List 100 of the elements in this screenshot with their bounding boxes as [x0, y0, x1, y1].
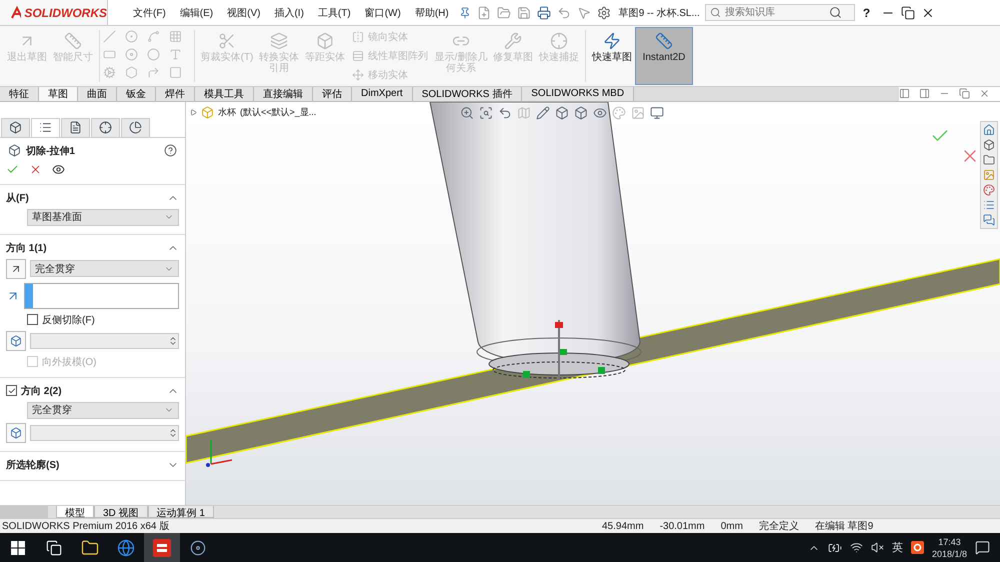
section-title: 所选轮廓(S) — [6, 458, 60, 472]
chat-icon[interactable] — [983, 214, 995, 226]
menu-item[interactable]: 视图(V) — [220, 6, 268, 20]
command-tab[interactable]: SOLIDWORKS MBD — [522, 86, 634, 101]
pin-icon[interactable] — [458, 6, 471, 18]
help-menu[interactable]: ? — [862, 6, 870, 20]
zoom-in-icon[interactable] — [460, 106, 474, 120]
checkbox[interactable] — [27, 314, 38, 326]
settings-icon[interactable] — [596, 6, 611, 20]
cube-icon[interactable] — [574, 106, 588, 120]
task-view-icon — [46, 540, 62, 556]
zoom-area-icon[interactable] — [479, 106, 493, 120]
checkbox-label: 反侧切除(F) — [42, 314, 95, 327]
dropdown-field[interactable]: 草图基准面 — [27, 208, 179, 226]
palette-icon[interactable] — [983, 184, 995, 196]
panel-tab[interactable] — [61, 118, 90, 137]
ribbon-button[interactable]: 快速草图 — [589, 27, 635, 85]
cube-icon[interactable] — [555, 106, 569, 120]
menu-item[interactable]: 文件(F) — [126, 6, 173, 20]
command-tab[interactable]: SOLIDWORKS 插件 — [412, 86, 522, 101]
panel-tab[interactable] — [121, 118, 150, 137]
image-icon[interactable] — [983, 168, 995, 181]
section-checkbox[interactable] — [6, 385, 17, 396]
menu-item[interactable]: 窗口(W) — [358, 6, 408, 20]
selection-box[interactable] — [24, 282, 179, 309]
panel-tab[interactable] — [31, 118, 60, 137]
spin-field[interactable] — [30, 424, 179, 441]
command-tab[interactable]: 直接编辑 — [254, 86, 313, 101]
cube-icon[interactable] — [983, 138, 995, 151]
lightning-icon — [603, 32, 621, 50]
mirror-icon — [352, 31, 364, 44]
menu-item[interactable]: 帮助(H) — [408, 6, 456, 20]
restore-icon[interactable] — [901, 6, 916, 20]
undo-icon[interactable] — [556, 6, 571, 20]
printer-icon[interactable] — [536, 6, 551, 20]
clock[interactable]: 17:43 2018/1/8 — [932, 536, 967, 560]
pencil-icon[interactable] — [536, 106, 550, 120]
ime-logo-icon[interactable] — [910, 541, 924, 554]
app-logo: SOLIDWORKS — [0, 0, 108, 25]
dropdown-field[interactable]: 完全贯穿 — [30, 260, 179, 278]
command-tab[interactable]: 模具工具 — [195, 86, 254, 101]
new-file-icon[interactable] — [476, 6, 491, 20]
menu-item[interactable]: 插入(I) — [267, 6, 311, 20]
section-title: 从(F) — [6, 192, 30, 205]
previous-view-icon[interactable] — [498, 106, 512, 120]
folder-icon — [81, 538, 99, 557]
depth-icon[interactable] — [6, 422, 26, 443]
notification-icon[interactable] — [975, 540, 990, 556]
command-tab[interactable]: 焊件 — [156, 86, 195, 101]
dropdown-field[interactable]: 完全贯穿 — [27, 402, 179, 419]
menu-item[interactable]: 工具(T) — [310, 6, 358, 20]
browser-icon — [117, 538, 135, 557]
layers-icon — [270, 32, 288, 50]
part-name[interactable]: 水杯 — [218, 106, 236, 119]
feature-title: 切除-拉伸1 — [26, 144, 76, 158]
command-tab[interactable]: DimXpert — [352, 86, 413, 101]
section-title: 方向 1(1) — [6, 241, 48, 255]
model-tab[interactable]: 模型 — [56, 506, 94, 518]
logo-icon — [10, 6, 22, 20]
spin-field[interactable] — [30, 332, 179, 349]
save-icon[interactable] — [516, 6, 531, 20]
wrench-icon — [504, 32, 522, 50]
ribbon-button[interactable]: Instant2D — [635, 27, 693, 85]
expand-arrow-icon[interactable] — [190, 108, 197, 116]
ruler-icon — [655, 32, 673, 50]
home-icon[interactable] — [983, 124, 995, 136]
volume-muted-icon[interactable] — [870, 541, 884, 554]
status-field: -30.01mm — [660, 520, 721, 532]
panel-tab[interactable] — [1, 118, 30, 137]
command-tab[interactable]: 钣金 — [117, 86, 156, 101]
panel-tab[interactable] — [91, 118, 120, 137]
status-field: 45.94mm — [602, 520, 660, 532]
snap-icon — [550, 32, 568, 50]
model-tab[interactable]: 3D 视图 — [94, 506, 148, 518]
command-tab[interactable]: 评估 — [313, 86, 352, 101]
monitor-icon[interactable] — [650, 106, 664, 120]
app-icon — [190, 540, 206, 556]
pie-icon — [129, 121, 142, 134]
menu-item[interactable]: 编辑(E) — [172, 6, 220, 20]
depth-icon[interactable] — [6, 330, 26, 351]
taskbar-button[interactable] — [144, 533, 180, 562]
command-tab[interactable]: 特征 — [0, 86, 39, 101]
pointer-icon[interactable] — [576, 6, 591, 20]
help-icon[interactable] — [164, 144, 177, 158]
direction-icon[interactable] — [6, 258, 26, 279]
ime-indicator[interactable]: 英 — [892, 540, 903, 556]
folder-icon[interactable] — [983, 154, 995, 166]
dimension-icon — [64, 32, 82, 50]
command-tab[interactable]: 曲面 — [78, 86, 117, 101]
search-icon — [828, 6, 842, 19]
model-tab[interactable]: 运动算例 1 — [148, 506, 214, 518]
folder-icon[interactable] — [496, 6, 511, 20]
spin-arrows-icon — [168, 336, 178, 346]
checkbox-label: 向外拔模(O) — [42, 356, 96, 369]
command-tab[interactable]: 草图 — [39, 86, 78, 101]
spin-arrows-icon — [168, 428, 178, 438]
file-icon — [69, 121, 82, 134]
panel-right-icon[interactable] — [919, 88, 930, 100]
panel-left-icon[interactable] — [899, 88, 910, 100]
eye-icon[interactable] — [52, 162, 65, 176]
